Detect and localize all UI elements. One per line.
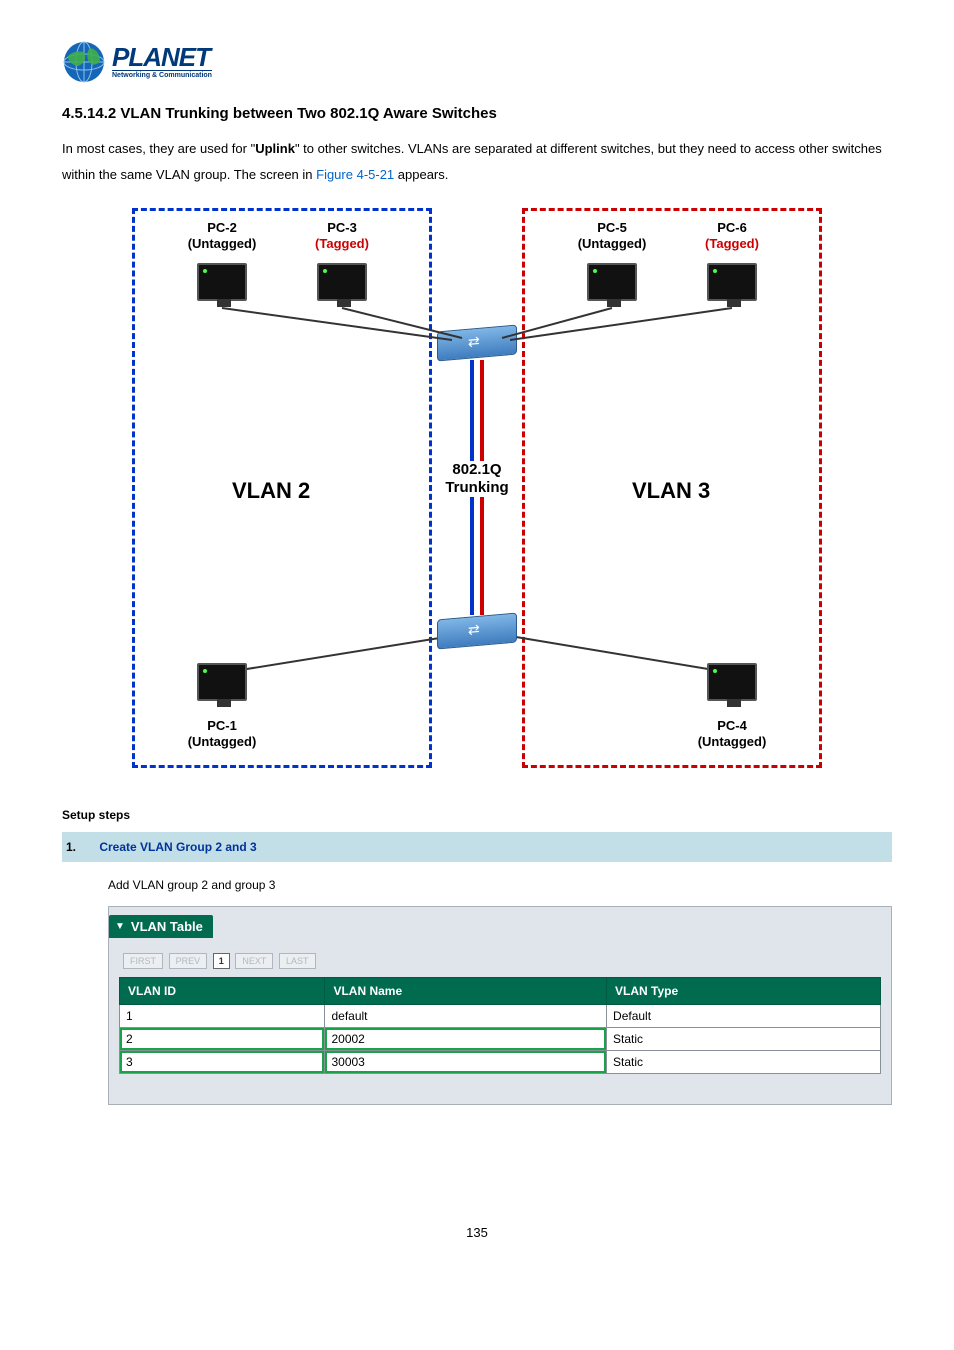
table-cell: 30003 [325,1051,607,1074]
setup-steps-heading: Setup steps [62,808,892,822]
pc2-icon [197,263,247,301]
pc1-icon [197,663,247,701]
step-num: 1. [66,840,96,854]
vlan2-label: VLAN 2 [232,478,310,504]
topology-diagram: PC-2(Untagged) PC-3(Tagged) PC-5(Untagge… [62,208,892,768]
table-cell: default [325,1005,607,1028]
table-cell: Static [607,1051,881,1074]
table-row: 220002Static [120,1028,881,1051]
table-row: 1defaultDefault [120,1005,881,1028]
para-post: appears. [394,167,448,182]
para-pre: In most cases, they are used for " [62,141,255,156]
vlan3-label: VLAN 3 [632,478,710,504]
pc5-icon [587,263,637,301]
pc1-label: PC-1(Untagged) [172,718,272,749]
pager: FIRST PREV 1 NEXT LAST [123,952,881,969]
section-title: 4.5.14.2 VLAN Trunking between Two 802.1… [62,105,892,122]
header-logo: PLANET Networking & Communication [62,40,892,87]
vlan-table: VLAN ID VLAN Name VLAN Type 1defaultDefa… [119,977,881,1074]
table-cell: Static [607,1028,881,1051]
vlan-table-header[interactable]: ▼ VLAN Table [109,915,213,938]
pc3-icon [317,263,367,301]
para-bold: Uplink [255,141,295,156]
globe-icon [62,40,106,84]
brand-name: PLANET [112,45,212,70]
pc6-label: PC-6(Tagged) [682,220,782,251]
pc6-icon [707,263,757,301]
vlan-table-panel: ▼ VLAN Table FIRST PREV 1 NEXT LAST VLAN… [108,906,892,1105]
top-switch-icon [437,325,517,362]
th-vlan-id: VLAN ID [120,978,325,1005]
bottom-switch-icon [437,613,517,650]
pc3-label: PC-3(Tagged) [292,220,392,251]
pc5-label: PC-5(Untagged) [562,220,662,251]
table-row: 330003Static [120,1051,881,1074]
pager-prev-button[interactable]: PREV [169,953,208,969]
pc4-label: PC-4(Untagged) [682,718,782,749]
step-title: Create VLAN Group 2 and 3 [99,840,256,854]
th-vlan-type: VLAN Type [607,978,881,1005]
page-number: 135 [62,1225,892,1240]
collapse-icon: ▼ [115,921,125,932]
vlan-table-title: VLAN Table [131,919,203,934]
trunk-label: 802.1QTrunking [432,461,522,497]
pager-first-button[interactable]: FIRST [123,953,163,969]
step-1-bar: 1. Create VLAN Group 2 and 3 [62,832,892,862]
table-cell: 3 [120,1051,325,1074]
pc4-icon [707,663,757,701]
intro-paragraph: In most cases, they are used for "Uplink… [62,136,892,188]
pager-last-button[interactable]: LAST [279,953,316,969]
table-cell: 1 [120,1005,325,1028]
pager-next-button[interactable]: NEXT [235,953,273,969]
th-vlan-name: VLAN Name [325,978,607,1005]
figure-ref: Figure 4-5-21 [316,167,394,182]
brand-tagline: Networking & Communication [112,70,212,79]
table-cell: 2 [120,1028,325,1051]
table-cell: Default [607,1005,881,1028]
step-body: Add VLAN group 2 and group 3 [108,878,892,892]
pager-page-button[interactable]: 1 [213,953,230,969]
pc2-label: PC-2(Untagged) [172,220,272,251]
table-cell: 20002 [325,1028,607,1051]
